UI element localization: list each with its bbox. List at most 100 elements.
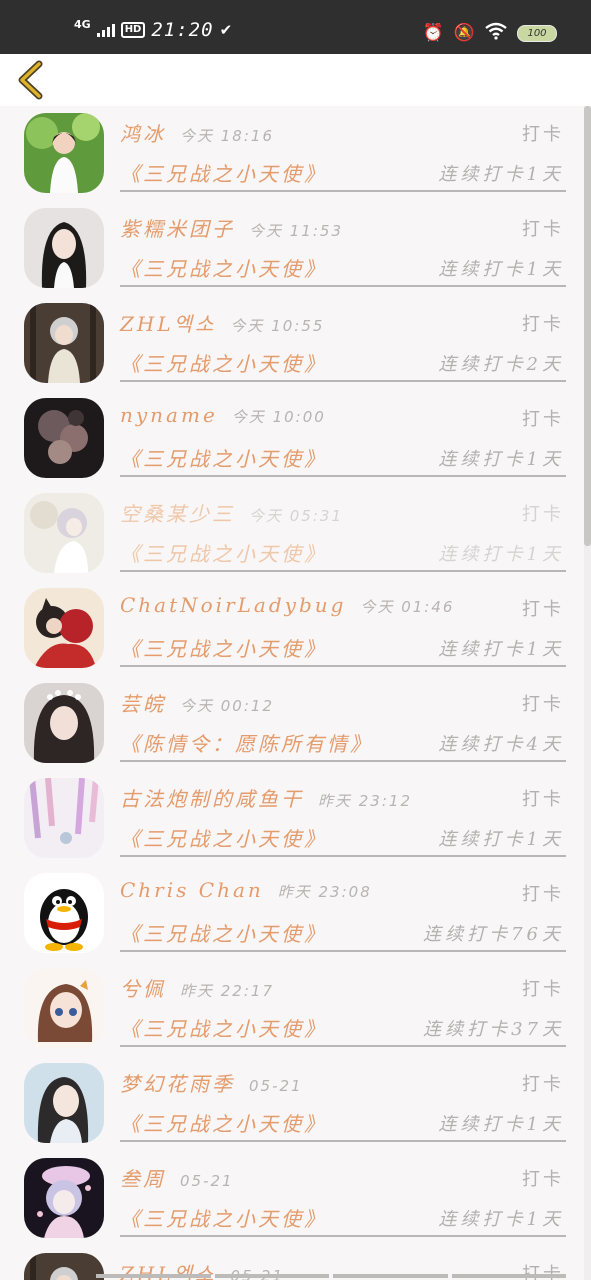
avatar[interactable] xyxy=(24,873,104,953)
back-button[interactable] xyxy=(12,58,52,102)
status-bar: 4G HD 21:20 ✔ ⏰ 🔕 100 xyxy=(0,0,591,54)
user-name: 芸皖 今天 00:12 xyxy=(120,688,274,717)
action-label: 打卡 xyxy=(522,504,564,525)
avatar[interactable] xyxy=(24,683,104,763)
avatar[interactable] xyxy=(24,1158,104,1238)
streak-label: 连续打卡1天 xyxy=(438,449,564,470)
avatar[interactable] xyxy=(24,778,104,858)
status-time: 21:20 xyxy=(151,19,214,41)
check-icon: ✔ xyxy=(219,21,233,39)
checkin-time: 今天 05:31 xyxy=(249,507,343,525)
book-title[interactable]: 《三兄战之小天使》 xyxy=(120,633,327,662)
book-title[interactable]: 《三兄战之小天使》 xyxy=(120,1203,327,1232)
avatar[interactable] xyxy=(24,968,104,1048)
avatar[interactable] xyxy=(24,398,104,478)
action-label: 打卡 xyxy=(522,219,564,240)
action-label: 打卡 xyxy=(522,884,564,905)
divider xyxy=(120,380,566,382)
user-name-text: 叁周 xyxy=(120,1167,166,1191)
streak-label: 连续打卡1天 xyxy=(438,164,564,185)
action-label: 打卡 xyxy=(522,979,564,1000)
user-name-text: 梦幻花雨季 xyxy=(120,1072,235,1096)
list-item[interactable]: nyname 今天 10:00 打卡 《三兄战之小天使》 连续打卡1天 xyxy=(0,391,584,486)
divider xyxy=(120,760,566,762)
checkin-time: 今天 10:00 xyxy=(231,408,326,426)
battery-icon: 100 xyxy=(517,24,557,42)
book-title[interactable]: 《三兄战之小天使》 xyxy=(120,348,327,377)
chevron-left-icon xyxy=(18,60,43,100)
action-label: 打卡 xyxy=(522,789,564,810)
avatar[interactable] xyxy=(24,303,104,383)
streak-label: 连续打卡37天 xyxy=(423,1019,564,1040)
divider xyxy=(120,190,566,192)
user-name: ZHL엑소 今天 10:55 xyxy=(120,308,324,337)
book-title[interactable]: 《三兄战之小天使》 xyxy=(120,253,327,282)
divider xyxy=(120,285,566,287)
book-title[interactable]: 《三兄战之小天使》 xyxy=(120,158,327,187)
list-item[interactable]: 鸿冰 今天 18:16 打卡 《三兄战之小天使》 连续打卡1天 xyxy=(0,106,584,201)
list-item[interactable]: 空桑某少三 今天 05:31 打卡 《三兄战之小天使》 连续打卡1天 xyxy=(0,486,584,581)
divider xyxy=(120,855,566,857)
user-name: ChatNoirLadybug 今天 01:46 xyxy=(120,593,454,617)
status-left: 4G HD 21:20 ✔ xyxy=(74,16,232,44)
hd-badge: HD xyxy=(120,22,146,38)
divider xyxy=(120,1235,566,1237)
user-name-text: ChatNoirLadybug xyxy=(120,593,347,617)
action-label: 打卡 xyxy=(522,314,564,335)
checkin-time: 今天 11:53 xyxy=(249,222,343,240)
avatar[interactable] xyxy=(24,1253,104,1280)
book-title[interactable]: 《三兄战之小天使》 xyxy=(120,538,327,567)
avatar[interactable] xyxy=(24,1063,104,1143)
streak-label: 连续打卡1天 xyxy=(438,1209,564,1230)
user-name: nyname 今天 10:00 xyxy=(120,403,326,427)
divider xyxy=(120,570,566,572)
avatar[interactable] xyxy=(24,208,104,288)
list-item[interactable]: 兮佩 昨天 22:17 打卡 《三兄战之小天使》 连续打卡37天 xyxy=(0,961,584,1056)
list-item[interactable]: ChatNoirLadybug 今天 01:46 打卡 《三兄战之小天使》 连续打… xyxy=(0,581,584,676)
checkin-time: 05-21 xyxy=(180,1172,234,1190)
user-name: 空桑某少三 今天 05:31 xyxy=(120,498,343,527)
list-item[interactable]: ZHL엑소 今天 10:55 打卡 《三兄战之小天使》 连续打卡2天 xyxy=(0,296,584,391)
list-item[interactable]: 梦幻花雨季 05-21 打卡 《三兄战之小天使》 连续打卡1天 xyxy=(0,1056,584,1151)
checkin-time: 今天 01:46 xyxy=(360,598,455,616)
streak-label: 连续打卡1天 xyxy=(438,829,564,850)
action-label: 打卡 xyxy=(522,1169,564,1190)
list-item[interactable]: 紫糯米团子 今天 11:53 打卡 《三兄战之小天使》 连续打卡1天 xyxy=(0,201,584,296)
user-name-text: 芸皖 xyxy=(120,692,166,716)
list-item[interactable]: 古法炮制的咸鱼干 昨天 23:12 打卡 《三兄战之小天使》 连续打卡1天 xyxy=(0,771,584,866)
user-name-text: 古法炮制的咸鱼干 xyxy=(120,787,304,811)
action-label: 打卡 xyxy=(522,409,564,430)
checkin-time: 今天 00:12 xyxy=(180,697,274,715)
user-name: 紫糯米团子 今天 11:53 xyxy=(120,213,343,242)
wifi-icon xyxy=(485,22,507,45)
user-name: 鸿冰 今天 18:16 xyxy=(120,118,274,147)
streak-label: 连续打卡76天 xyxy=(423,924,564,945)
alarm-icon: ⏰ xyxy=(422,23,444,43)
action-label: 打卡 xyxy=(522,124,564,145)
streak-label: 连续打卡2天 xyxy=(438,354,564,375)
avatar[interactable] xyxy=(24,493,104,573)
checkin-time: 昨天 22:17 xyxy=(180,982,274,1000)
action-label: 打卡 xyxy=(522,1074,564,1095)
book-title[interactable]: 《陈情令：愿陈所有情》 xyxy=(120,728,373,757)
user-name-text: 鸿冰 xyxy=(120,122,166,146)
book-title[interactable]: 《三兄战之小天使》 xyxy=(120,443,327,472)
list-item[interactable]: 芸皖 今天 00:12 打卡 《陈情令：愿陈所有情》 连续打卡4天 xyxy=(0,676,584,771)
divider xyxy=(120,665,566,667)
avatar[interactable] xyxy=(24,113,104,193)
streak-label: 连续打卡1天 xyxy=(438,259,564,280)
list-item[interactable]: Chris Chan 昨天 23:08 打卡 《三兄战之小天使》 连续打卡76天 xyxy=(0,866,584,961)
book-title[interactable]: 《三兄战之小天使》 xyxy=(120,1108,327,1137)
scroll-thumb[interactable] xyxy=(584,106,591,546)
book-title[interactable]: 《三兄战之小天使》 xyxy=(120,1013,327,1042)
scrollbar[interactable] xyxy=(584,106,591,1280)
book-title[interactable]: 《三兄战之小天使》 xyxy=(120,823,327,852)
avatar[interactable] xyxy=(24,588,104,668)
book-title[interactable]: 《三兄战之小天使》 xyxy=(120,918,327,947)
streak-label: 连续打卡1天 xyxy=(438,544,564,565)
action-label: 打卡 xyxy=(522,599,564,620)
list-item[interactable]: 叁周 05-21 打卡 《三兄战之小天使》 连续打卡1天 xyxy=(0,1151,584,1246)
action-label: 打卡 xyxy=(522,694,564,715)
user-name: 梦幻花雨季 05-21 xyxy=(120,1068,303,1097)
user-name-text: Chris Chan xyxy=(120,878,264,902)
